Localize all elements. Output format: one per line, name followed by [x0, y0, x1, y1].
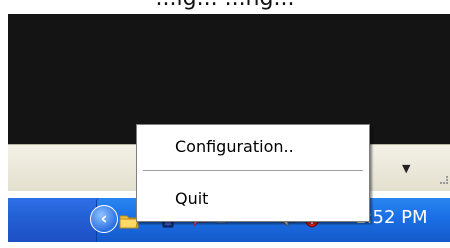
folder-icon[interactable]: [118, 209, 139, 229]
context-menu: Configuration.. Quit: [136, 124, 370, 222]
show-hidden-icons-button[interactable]: ‹: [90, 205, 118, 233]
top-text: ...ig... ...ng...: [0, 0, 450, 11]
dropdown-arrow-icon[interactable]: ▼: [402, 162, 410, 175]
menu-item-quit[interactable]: Quit: [137, 182, 369, 216]
resize-grip-icon[interactable]: [440, 176, 448, 184]
menu-separator: [143, 170, 363, 172]
menu-item-configuration[interactable]: Configuration..: [137, 130, 369, 164]
